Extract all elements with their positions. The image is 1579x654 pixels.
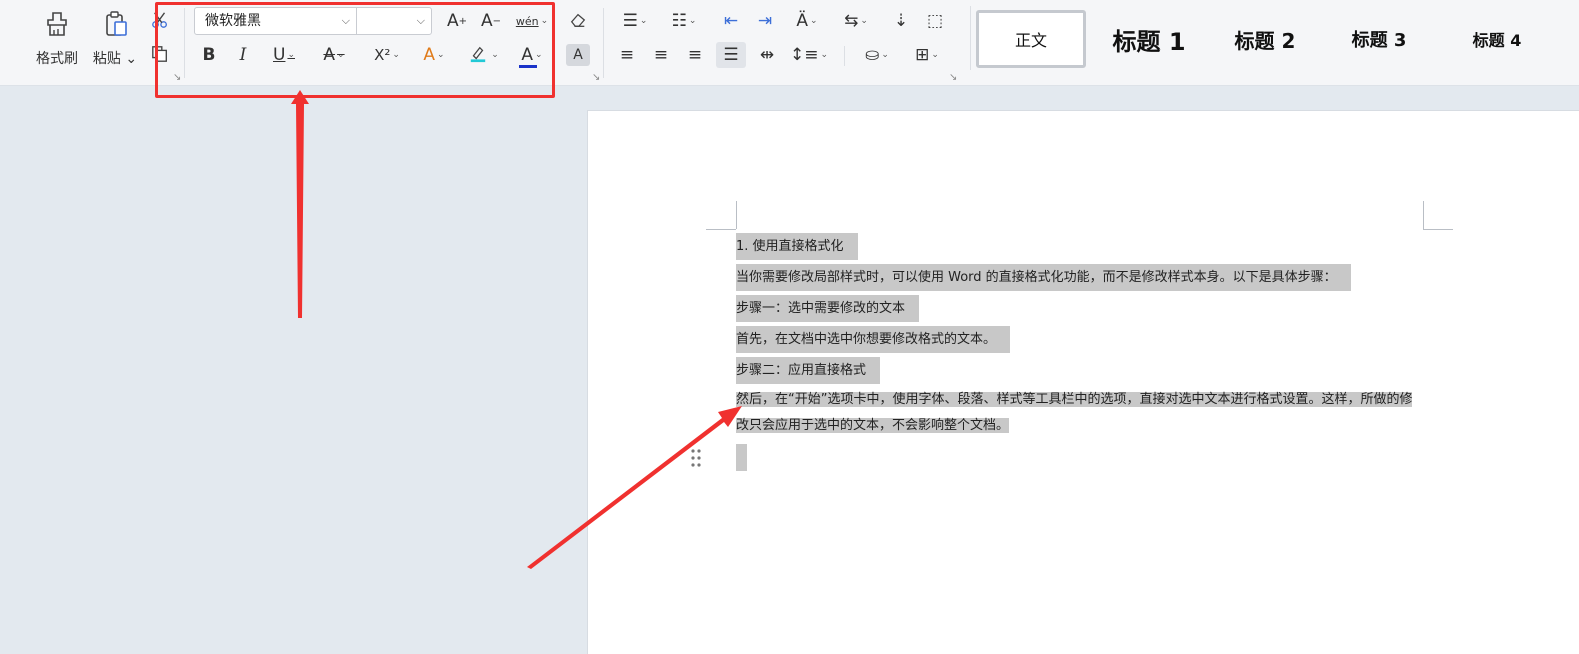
paragraph[interactable]: 首先，在文档中选中你想要修改格式的文本。 bbox=[736, 326, 1011, 353]
margin-corner-mark bbox=[706, 229, 736, 230]
bullet-list-button[interactable]: ☰ ⌄ bbox=[615, 8, 655, 34]
style-label: 标题 4 bbox=[1472, 31, 1522, 50]
character-shading-button[interactable]: A bbox=[566, 44, 590, 66]
format-painter-icon bbox=[43, 10, 71, 38]
increase-indent-icon: ⇥ bbox=[757, 11, 773, 31]
line-spacing-button[interactable]: ↕≡ ⌄ bbox=[788, 42, 830, 68]
format-painter-button[interactable]: 格式刷 bbox=[33, 6, 81, 72]
clear-formatting-button[interactable] bbox=[562, 8, 596, 34]
text-direction-button[interactable]: Ä ⌄ bbox=[786, 8, 828, 34]
style-label: 标题 2 bbox=[1234, 28, 1296, 53]
margin-corner-mark bbox=[736, 201, 737, 229]
margin-corner-mark bbox=[1423, 201, 1424, 229]
distributed-align-button[interactable]: ⇹ bbox=[750, 42, 784, 68]
text-direction-icon: Ä bbox=[796, 11, 809, 31]
distributed-align-icon: ⇹ bbox=[759, 45, 775, 65]
paragraph[interactable]: 步骤一：选中需要修改的文本 bbox=[736, 295, 920, 322]
style-heading-4[interactable]: 标题 4 bbox=[1447, 10, 1547, 68]
paste-label: 粘贴 ⌄ bbox=[92, 51, 138, 67]
align-right-icon: ≡ bbox=[687, 45, 703, 65]
shading-button[interactable]: ⛀ ⌄ bbox=[856, 42, 898, 68]
eraser-icon bbox=[569, 11, 589, 31]
style-label: 标题 1 bbox=[1112, 27, 1186, 56]
paste-icon bbox=[102, 10, 130, 38]
align-left-icon: ≡ bbox=[619, 45, 635, 65]
paragraph-text: 步骤二：应用直接格式 bbox=[736, 357, 881, 384]
borders-icon: ⊞ bbox=[915, 45, 930, 65]
style-heading-3[interactable]: 标题 3 bbox=[1331, 10, 1427, 68]
annotation-highlight-box bbox=[155, 2, 555, 98]
font-launcher-icon[interactable]: ↘ bbox=[592, 72, 602, 83]
empty-paragraph[interactable] bbox=[736, 444, 747, 471]
character-shading-icon: A bbox=[573, 47, 583, 63]
paragraph[interactable]: 然后，在“开始”选项卡中，使用字体、段落、样式等工具栏中的选项，直接对选中文本进… bbox=[736, 387, 1424, 439]
bullet-list-icon: ☰ bbox=[622, 11, 638, 31]
numbered-list-icon: ☷ bbox=[671, 11, 687, 31]
drag-handle-icon[interactable] bbox=[691, 449, 701, 467]
align-center-icon: ≡ bbox=[653, 45, 669, 65]
increase-indent-button[interactable]: ⇥ bbox=[748, 8, 782, 34]
decrease-indent-button[interactable]: ⇤ bbox=[714, 8, 748, 34]
style-heading-1[interactable]: 标题 1 bbox=[1099, 10, 1199, 68]
line-spacing-icon: ↕≡ bbox=[789, 45, 819, 65]
sort-direction-button[interactable]: ⇆ ⌄ bbox=[836, 8, 876, 34]
style-label: 正文 bbox=[1014, 31, 1047, 50]
group-separator bbox=[603, 8, 604, 78]
paragraph-text: 当你需要修改局部样式时，可以使用 Word 的直接格式化功能，而不是修改样式本身… bbox=[736, 264, 1351, 291]
group-separator bbox=[844, 46, 845, 66]
sort-icon: ⇣ bbox=[893, 11, 909, 31]
show-marks-icon: ⬚ bbox=[926, 11, 944, 31]
styles-gallery: 正文 标题 1 标题 2 标题 3 标题 4 bbox=[970, 6, 1579, 70]
justify-button[interactable]: ☰ bbox=[716, 42, 746, 68]
justify-icon: ☰ bbox=[723, 45, 739, 65]
paragraph-heading[interactable]: 1. 使用直接格式化 bbox=[736, 233, 858, 260]
sort-button[interactable]: ⇣ bbox=[884, 8, 918, 34]
document-page[interactable]: 1. 使用直接格式化 当你需要修改局部样式时，可以使用 Word 的直接格式化功… bbox=[587, 110, 1579, 654]
numbered-list-button[interactable]: ☷ ⌄ bbox=[664, 8, 704, 34]
paragraph-launcher-icon[interactable]: ↘ bbox=[949, 72, 959, 83]
ribbon-toolbar: 格式刷 粘贴 ⌄ ↘ 微软雅黑 ⌵ ⌵ A + A − wén ⌄ B I U ⌄ bbox=[0, 0, 1579, 98]
margin-corner-mark bbox=[1423, 229, 1453, 230]
swap-icon: ⇆ bbox=[844, 11, 859, 31]
decrease-indent-icon: ⇤ bbox=[723, 11, 739, 31]
paint-bucket-icon: ⛀ bbox=[865, 45, 880, 65]
paste-button[interactable]: 粘贴 ⌄ bbox=[92, 6, 138, 72]
paragraph-text: 1. 使用直接格式化 bbox=[736, 233, 858, 260]
paragraph-text: 首先，在文档中选中你想要修改格式的文本。 bbox=[736, 326, 1011, 353]
paragraph-text: 步骤一：选中需要修改的文本 bbox=[736, 295, 920, 322]
borders-button[interactable]: ⊞ ⌄ bbox=[906, 42, 948, 68]
paragraph-text: 然后，在“开始”选项卡中，使用字体、段落、样式等工具栏中的选项，直接对选中文本进… bbox=[736, 392, 1413, 433]
paragraph[interactable]: 当你需要修改局部样式时，可以使用 Word 的直接格式化功能，而不是修改样式本身… bbox=[736, 264, 1351, 291]
style-heading-2[interactable]: 标题 2 bbox=[1217, 10, 1313, 68]
annotation-arrow-up bbox=[291, 90, 309, 318]
align-center-button[interactable]: ≡ bbox=[644, 42, 678, 68]
align-left-button[interactable]: ≡ bbox=[610, 42, 644, 68]
style-normal[interactable]: 正文 bbox=[976, 10, 1086, 68]
paragraph[interactable]: 步骤二：应用直接格式 bbox=[736, 357, 881, 384]
show-marks-button[interactable]: ⬚ bbox=[918, 8, 952, 34]
align-right-button[interactable]: ≡ bbox=[678, 42, 712, 68]
format-painter-label: 格式刷 bbox=[36, 51, 78, 67]
style-label: 标题 3 bbox=[1351, 30, 1407, 51]
